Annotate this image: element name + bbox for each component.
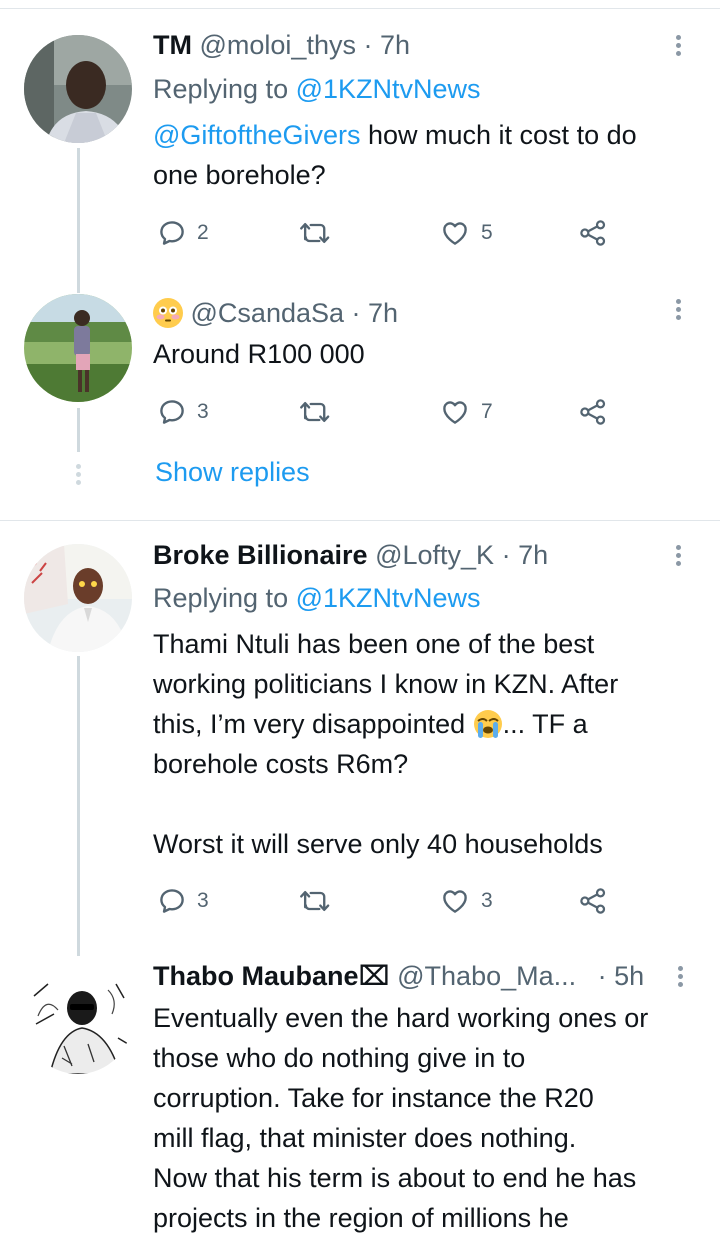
avatar-tm[interactable] [24, 35, 132, 143]
like-button[interactable]: 5 [439, 213, 493, 253]
speech-bubble-icon [160, 400, 184, 424]
show-replies-link[interactable]: Show replies [155, 457, 310, 488]
retweet-icon [300, 401, 330, 423]
like-button[interactable]: 3 [439, 881, 493, 921]
thread-divider [0, 520, 720, 521]
speech-bubble-icon [160, 889, 184, 913]
like-button[interactable]: 7 [439, 392, 493, 432]
retweet-icon [300, 890, 330, 912]
author-name[interactable]: TM [153, 30, 192, 60]
replying-to-label: Replying to [153, 74, 289, 104]
text-line: Around R100 000 [153, 339, 365, 369]
reply-button[interactable]: 2 [157, 213, 209, 253]
thread-line [77, 656, 80, 956]
text-line: projects in the region of millions he [153, 1203, 569, 1233]
share-button[interactable] [578, 392, 608, 432]
retweet-icon [300, 222, 330, 244]
tweet-actions: 2 5 [153, 213, 633, 253]
heart-icon [443, 401, 467, 424]
tweet-header: @CsandaSa · 7h [153, 298, 398, 329]
tweet-text: Around R100 000 [153, 334, 365, 374]
replying-to-mention[interactable]: @1KZNtvNews [296, 74, 481, 104]
tweet-header: Broke Billionaire @Lofty_K · 7h [153, 540, 548, 571]
tweet-actions: 3 3 [153, 881, 633, 921]
replying-to: Replying to @1KZNtvNews [153, 583, 481, 614]
retweet-button[interactable] [299, 881, 331, 921]
tweet-text: Thami Ntuli has been one of the best wor… [153, 624, 618, 864]
text-line: Worst it will serve only 40 households [153, 829, 603, 859]
author-handle[interactable]: @CsandaSa [191, 298, 345, 328]
text-line: mill flag, that minister does nothing. [153, 1123, 577, 1153]
text-line: Now that his term is about to end he has [153, 1163, 637, 1193]
mention-link[interactable]: @GiftoftheGivers [153, 120, 360, 150]
avatar-thabo-maubane[interactable] [24, 966, 132, 1074]
author-handle[interactable]: @moloi_thys [200, 30, 356, 60]
more-vertical-icon[interactable] [668, 542, 688, 572]
text-line: how much it cost to do [360, 120, 637, 150]
share-icon [580, 220, 606, 246]
timestamp[interactable]: · 7h [352, 298, 399, 328]
replying-to-mention[interactable]: @1KZNtvNews [296, 583, 481, 613]
timestamp[interactable]: · 7h [502, 540, 549, 570]
avatar-csandasa[interactable] [24, 294, 132, 402]
replying-to: Replying to @1KZNtvNews [153, 74, 481, 105]
share-icon [580, 399, 606, 425]
avatar-lofty-k[interactable] [24, 544, 132, 652]
tweet-text: @GiftoftheGivers how much it cost to do … [153, 115, 637, 195]
timestamp[interactable]: · 7h [363, 30, 410, 60]
like-count: 7 [481, 400, 493, 423]
more-vertical-icon[interactable] [670, 963, 690, 993]
text-line: those who do nothing give in to [153, 1043, 526, 1073]
reply-button[interactable]: 3 [157, 881, 209, 921]
heart-icon [443, 222, 467, 245]
share-button[interactable] [578, 213, 608, 253]
more-vertical-icon[interactable] [668, 296, 688, 326]
text-line: working politicians I know in KZN. After [153, 669, 619, 699]
reply-count: 3 [197, 400, 209, 423]
top-divider [0, 8, 720, 9]
author-handle[interactable]: @Thabo_Ma... [397, 961, 576, 991]
text-line: corruption. Take for instance the R20 [153, 1083, 594, 1113]
thread-line [77, 408, 80, 452]
heart-icon [443, 890, 467, 913]
reply-count: 2 [197, 221, 209, 244]
like-count: 3 [481, 889, 493, 912]
text-line: ... TF a [502, 709, 588, 739]
retweet-button[interactable] [299, 392, 331, 432]
thread-line [77, 148, 80, 293]
share-button[interactable] [578, 881, 608, 921]
text-line: this, I’m very disappointed [153, 709, 473, 739]
thread-dots [75, 461, 82, 488]
text-line: Eventually even the hard working ones or [153, 1003, 649, 1033]
like-count: 5 [481, 221, 493, 244]
tweet-header: Thabo Maubane⌧ @Thabo_Ma... · 5h [153, 961, 644, 992]
author-name[interactable]: Thabo Maubane⌧ [153, 961, 390, 991]
tweet-header: TM @moloi_thys · 7h [153, 30, 410, 61]
loudly-crying-face-emoji [473, 709, 503, 739]
reply-button[interactable]: 3 [157, 392, 209, 432]
tweet-actions: 3 7 [153, 392, 633, 432]
text-line: Thami Ntuli has been one of the best [153, 629, 595, 659]
retweet-button[interactable] [299, 213, 331, 253]
author-handle[interactable]: @Lofty_K [375, 540, 494, 570]
timestamp[interactable]: · 5h [598, 961, 645, 991]
flushed-face-emoji [153, 298, 183, 328]
replying-to-label: Replying to [153, 583, 289, 613]
share-icon [580, 888, 606, 914]
author-name[interactable]: Broke Billionaire [153, 540, 368, 570]
speech-bubble-icon [160, 221, 184, 245]
text-line: one borehole? [153, 160, 326, 190]
tweet-text: Eventually even the hard working ones or… [153, 998, 648, 1238]
more-vertical-icon[interactable] [668, 32, 688, 62]
text-line: borehole costs R6m? [153, 749, 409, 779]
reply-count: 3 [197, 889, 209, 912]
